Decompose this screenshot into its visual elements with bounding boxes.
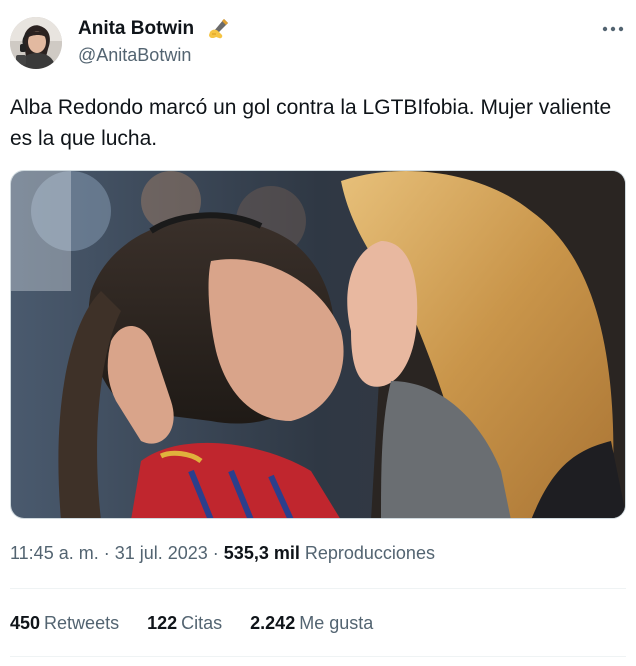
tweet-text: Alba Redondo marcó un gol contra la LGTB… <box>10 96 612 150</box>
more-options-button[interactable] <box>598 16 628 42</box>
tweet-meta: 11:45 a. m. · 31 jul. 2023 · 535,3 mil Repro… <box>10 542 435 564</box>
quotes-label: Citas <box>181 613 223 633</box>
tweet-card: Anita Botwin @AnitaBotwin Alba Redondo m… <box>0 0 636 666</box>
tweet-stats: 450 Retweets 122 Citas 2.242 Me gusta <box>10 612 373 634</box>
meta-separator: · <box>212 543 219 563</box>
views-label: Reproducciones <box>304 543 435 563</box>
more-horizontal-icon <box>602 26 624 32</box>
likes-stat[interactable]: 2.242 Me gusta <box>250 612 373 634</box>
views-count: 535,3 mil <box>223 543 300 563</box>
likes-count: 2.242 <box>250 613 296 633</box>
quotes-count: 122 <box>147 613 178 633</box>
writing-hand-emoji-icon <box>206 16 232 42</box>
divider <box>10 588 626 589</box>
retweets-stat[interactable]: 450 Retweets <box>10 612 119 634</box>
tweet-time[interactable]: 11:45 a. m. <box>10 543 99 563</box>
retweets-label: Retweets <box>44 613 120 633</box>
retweets-count: 450 <box>10 613 41 633</box>
author-name[interactable]: Anita Botwin <box>78 17 194 41</box>
meta-separator: · <box>103 543 110 563</box>
likes-label: Me gusta <box>299 613 374 633</box>
quotes-stat[interactable]: 122 Citas <box>147 612 222 634</box>
avatar[interactable] <box>10 17 62 69</box>
tweet-date[interactable]: 31 jul. 2023 <box>115 543 208 563</box>
author-handle[interactable]: @AnitaBotwin <box>78 44 191 66</box>
divider <box>10 656 626 657</box>
tweet-media-photo[interactable] <box>10 170 626 519</box>
